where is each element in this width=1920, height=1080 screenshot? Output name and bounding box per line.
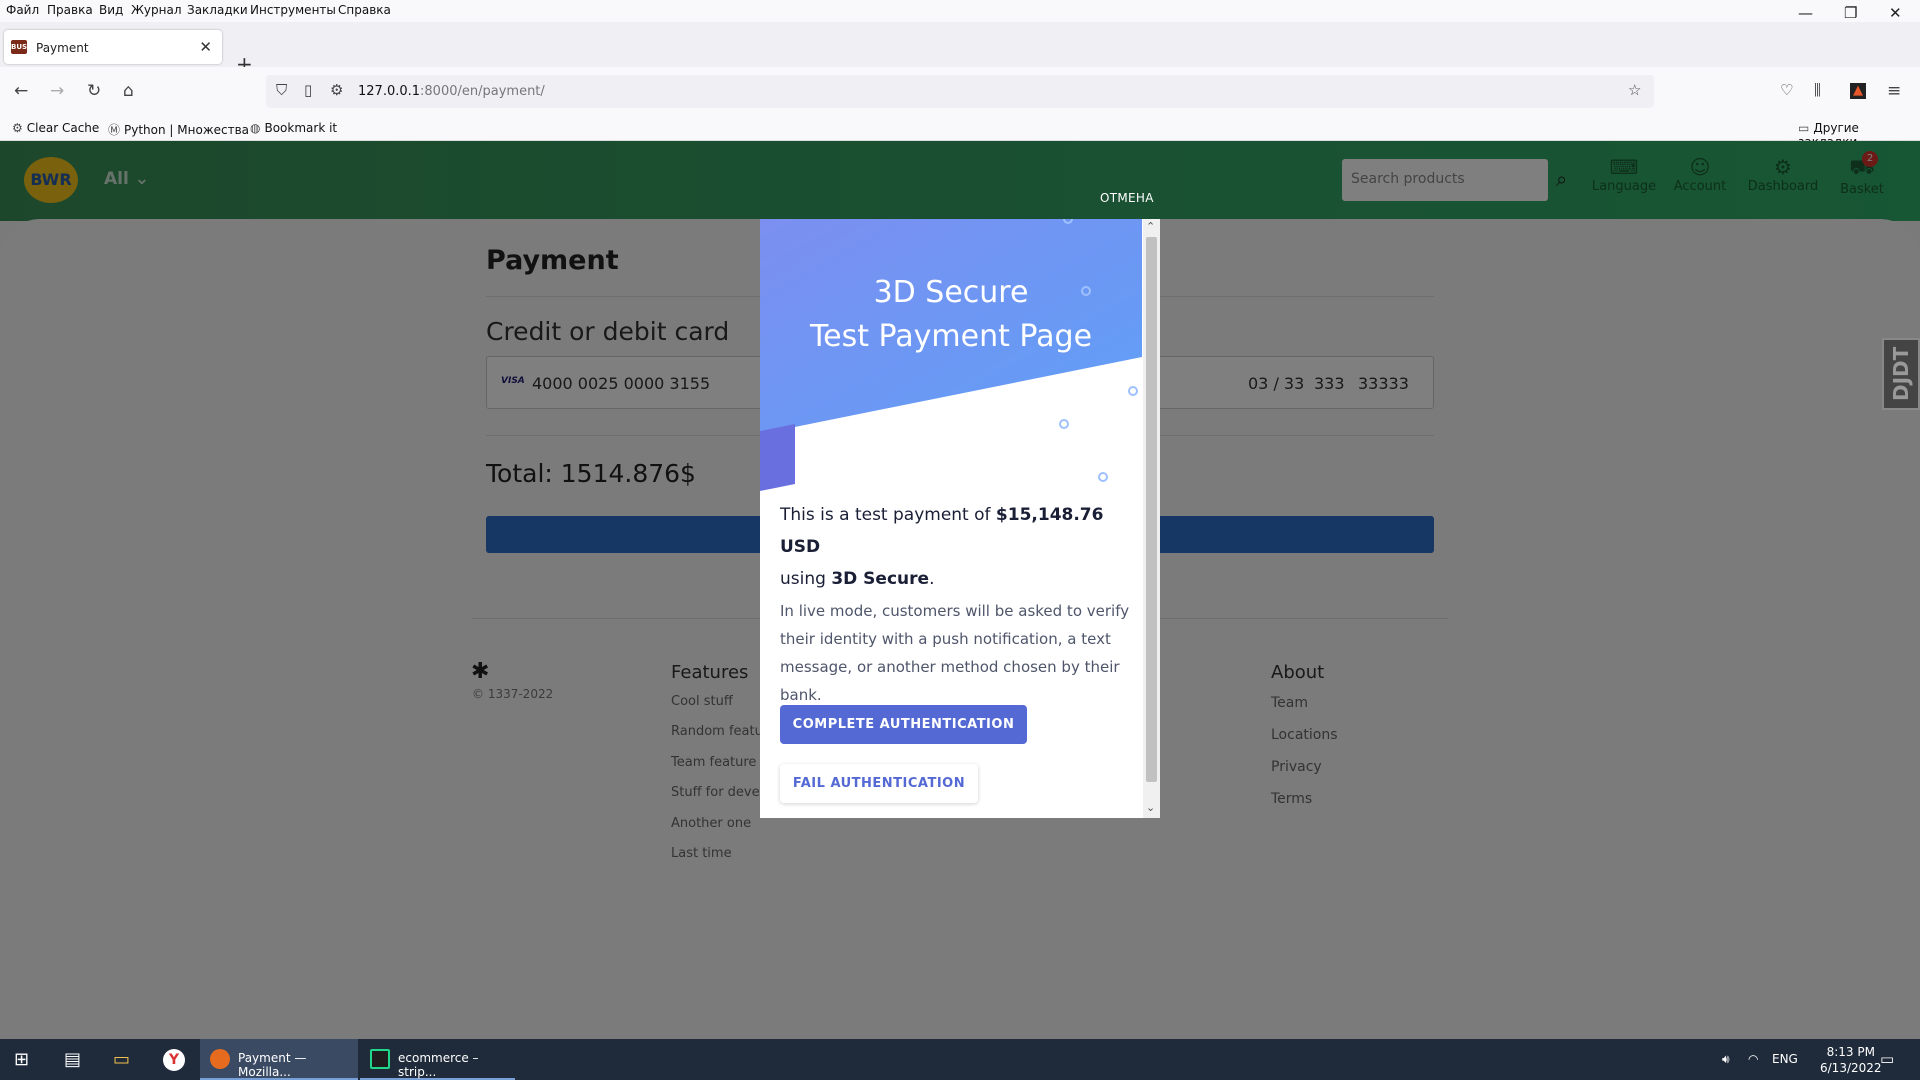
nav-bar: ← → ↻ ⌂ ⛉ ▯ ⚙ 127.0.0.1:8000/en/payment/… [0, 67, 1920, 117]
menu-history[interactable]: Журнал [131, 3, 182, 17]
url-path: :8000/en/payment/ [420, 84, 545, 99]
modal-title-line: 3D Secure [873, 275, 1029, 310]
extension-icon[interactable]: ▲ [1850, 83, 1866, 99]
menu-view[interactable]: Вид [99, 3, 123, 17]
back-icon[interactable]: ← [14, 81, 28, 101]
reload-icon[interactable]: ↻ [87, 81, 101, 101]
pycharm-icon [370, 1049, 390, 1069]
modal-title-line: Test Payment Page [809, 319, 1093, 354]
fail-authentication-button[interactable]: FAIL AUTHENTICATION [780, 764, 978, 803]
cancel-link[interactable]: ОТМЕНА [1100, 191, 1154, 205]
close-tab-icon[interactable]: ✕ [199, 38, 212, 56]
scroll-down-icon[interactable]: ⌄ [1146, 801, 1155, 814]
bookmark-label: Bookmark it [264, 121, 338, 135]
windows-start-icon[interactable]: ⊞ [14, 1049, 29, 1070]
home-icon[interactable]: ⌂ [123, 81, 134, 101]
bookmark-label: Clear Cache [26, 121, 100, 135]
close-window-icon[interactable]: ✕ [1889, 4, 1902, 22]
tab-title: Payment [36, 41, 89, 55]
modal-scrollbar[interactable]: ⌃ ⌄ [1143, 219, 1160, 818]
system-clock[interactable]: 8:13 PM 6/13/2022 [1820, 1044, 1882, 1076]
taskbar: ⊞ ▤ ▭ Y Payment — Mozilla... ecommerce –… [0, 1039, 1920, 1080]
minimize-icon[interactable]: — [1798, 4, 1813, 22]
tab-strip: BUS Payment ✕ + [0, 22, 1920, 76]
wifi-icon[interactable]: ◠ [1748, 1052, 1758, 1066]
lead-text: . [929, 569, 935, 589]
taskbar-app-label: Payment — Mozilla... [238, 1051, 307, 1079]
url-text[interactable]: 127.0.0.1:8000/en/payment/ [358, 84, 545, 99]
notepad-icon[interactable]: ▤ [64, 1049, 81, 1070]
clock-date: 6/13/2022 [1820, 1061, 1882, 1075]
pocket-icon[interactable]: ♡ [1780, 81, 1793, 99]
bookmark-bookmark-it[interactable]: ◍ Bookmark it [250, 121, 337, 135]
lead-text: using [780, 569, 832, 589]
bookmark-star-icon[interactable]: ☆ [1628, 81, 1641, 99]
volume-icon[interactable]: 🔊︎ [1722, 1052, 1730, 1067]
lead-text: This is a test payment of [780, 505, 996, 525]
page-icon[interactable]: ▯ [304, 81, 312, 99]
m-icon: Ⓜ [108, 123, 121, 137]
3ds-modal: 3D Secure Test Payment Page This is a te… [760, 219, 1160, 818]
menu-bookmarks[interactable]: Закладки [187, 3, 248, 17]
globe-icon: ◍ [250, 121, 261, 135]
bookmark-label: Python | Множества [124, 123, 250, 137]
menu-help[interactable]: Справка [338, 3, 391, 17]
tab-payment[interactable]: BUS Payment ✕ [4, 30, 222, 64]
hamburger-menu-icon[interactable]: ≡ [1887, 81, 1901, 101]
modal-description: In live mode, customers will be asked to… [780, 602, 1130, 704]
url-bar[interactable]: ⛉ ▯ ⚙ 127.0.0.1:8000/en/payment/ ☆ [266, 75, 1654, 108]
menu-file[interactable]: Файл [6, 3, 39, 17]
menu-edit[interactable]: Правка [47, 3, 93, 17]
yandex-browser-icon[interactable]: Y [163, 1049, 185, 1071]
restore-icon[interactable]: ❐ [1844, 4, 1857, 22]
url-host: 127.0.0.1 [358, 84, 421, 99]
modal-lead-text: This is a test payment of $15,148.76 USD… [780, 499, 1130, 595]
taskbar-app-firefox[interactable]: Payment — Mozilla... [200, 1039, 358, 1080]
clock-time: 8:13 PM [1826, 1045, 1875, 1059]
taskbar-app-pycharm[interactable]: ecommerce – strip... [360, 1039, 515, 1080]
scroll-up-icon[interactable]: ⌃ [1146, 220, 1155, 233]
bookmarks-bar: ⚙ Clear Cache Ⓜ Python | Множества ◍ Bookma… [0, 117, 1920, 149]
firefox-icon [210, 1049, 230, 1069]
permissions-icon[interactable]: ⚙ [330, 81, 343, 99]
shield-icon[interactable]: ⛉ [276, 81, 287, 99]
notifications-icon[interactable]: ▭ [1880, 1050, 1894, 1068]
library-icon[interactable]: ⫼ [1814, 81, 1821, 99]
bookmark-python[interactable]: Ⓜ Python | Множества [108, 121, 249, 138]
forward-icon[interactable]: → [50, 81, 64, 101]
bookmark-clear-cache[interactable]: ⚙ Clear Cache [12, 121, 99, 135]
modal-title: 3D Secure Test Payment Page [760, 271, 1142, 359]
debug-toolbar-handle[interactable]: DJDT [1882, 338, 1920, 410]
scrollbar-thumb[interactable] [1146, 237, 1157, 782]
menu-bar: Файл Правка Вид Журнал Закладки Инструме… [0, 0, 1920, 22]
taskbar-app-label: ecommerce – strip... [398, 1051, 479, 1079]
menu-tools[interactable]: Инструменты [250, 3, 336, 17]
file-explorer-icon[interactable]: ▭ [113, 1049, 130, 1070]
folder-icon: ▭ [1798, 121, 1810, 135]
language-indicator[interactable]: ENG [1772, 1052, 1798, 1066]
site-favicon-icon: BUS [11, 40, 27, 54]
modal-hero-graphic [760, 219, 1142, 491]
gear-icon: ⚙ [12, 121, 23, 135]
payment-method: 3D Secure [831, 569, 930, 589]
complete-authentication-button[interactable]: COMPLETE AUTHENTICATION [780, 705, 1027, 744]
modal-body: This is a test payment of $15,148.76 USD… [780, 499, 1130, 709]
